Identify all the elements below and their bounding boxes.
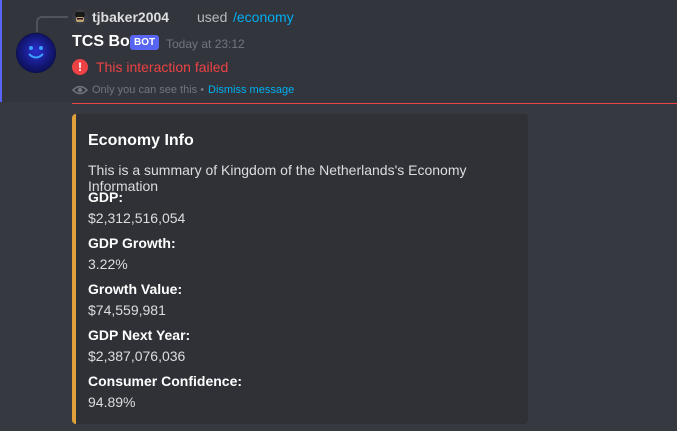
field-name: Growth Value: (88, 281, 183, 297)
reply-used-text: used (197, 9, 228, 25)
embed-title: Economy Info (88, 132, 194, 149)
field-name: GDP Growth: (88, 235, 176, 251)
field-name: Consumer Confidence: (88, 373, 243, 389)
field-value: 94.89% (88, 394, 136, 410)
reply-username[interactable]: tjbaker2004 (92, 9, 169, 25)
eye-icon (72, 85, 88, 95)
dismiss-message-link[interactable]: Dismiss message (208, 84, 294, 96)
ephemeral-message: tjbaker2004 used /economy TCS Bot BOT To… (0, 0, 677, 102)
embed-field-gdp: GDP: $2,312,516,054 (88, 188, 185, 227)
field-value: $74,559,981 (88, 302, 166, 318)
field-value: $2,312,516,054 (88, 210, 186, 226)
exclamation-circle-icon: ! (72, 59, 88, 75)
embed-field-consumer-confidence: Consumer Confidence: 94.89% (88, 372, 242, 411)
bot-username[interactable]: TCS Bot (72, 33, 135, 51)
bot-badge: BOT (130, 35, 160, 50)
field-name: GDP: (88, 189, 123, 205)
ephemeral-note: Only you can see this • (92, 84, 205, 96)
interaction-failed-text: This interaction failed (96, 59, 229, 75)
field-value: 3.22% (88, 256, 128, 272)
user-avatar-icon[interactable] (72, 9, 88, 25)
field-name: GDP Next Year: (88, 327, 191, 343)
smiley-face-icon[interactable] (16, 33, 56, 73)
economy-embed: Economy Info This is a summary of Kingdo… (72, 114, 528, 424)
reply-connector (36, 16, 68, 32)
field-value: $2,387,076,036 (88, 348, 186, 364)
new-messages-divider (72, 103, 677, 104)
message-timestamp: Today at 23:12 (166, 37, 245, 51)
mention-highlight-bar (0, 0, 2, 102)
embed-field-gdp-growth: GDP Growth: 3.22% (88, 234, 176, 273)
slash-command-link[interactable]: /economy (233, 9, 294, 25)
embed-field-growth-value: Growth Value: $74,559,981 (88, 280, 182, 319)
embed-field-gdp-next-year: GDP Next Year: $2,387,076,036 (88, 326, 190, 365)
discord-chat: tjbaker2004 used /economy TCS Bot BOT To… (0, 0, 677, 431)
